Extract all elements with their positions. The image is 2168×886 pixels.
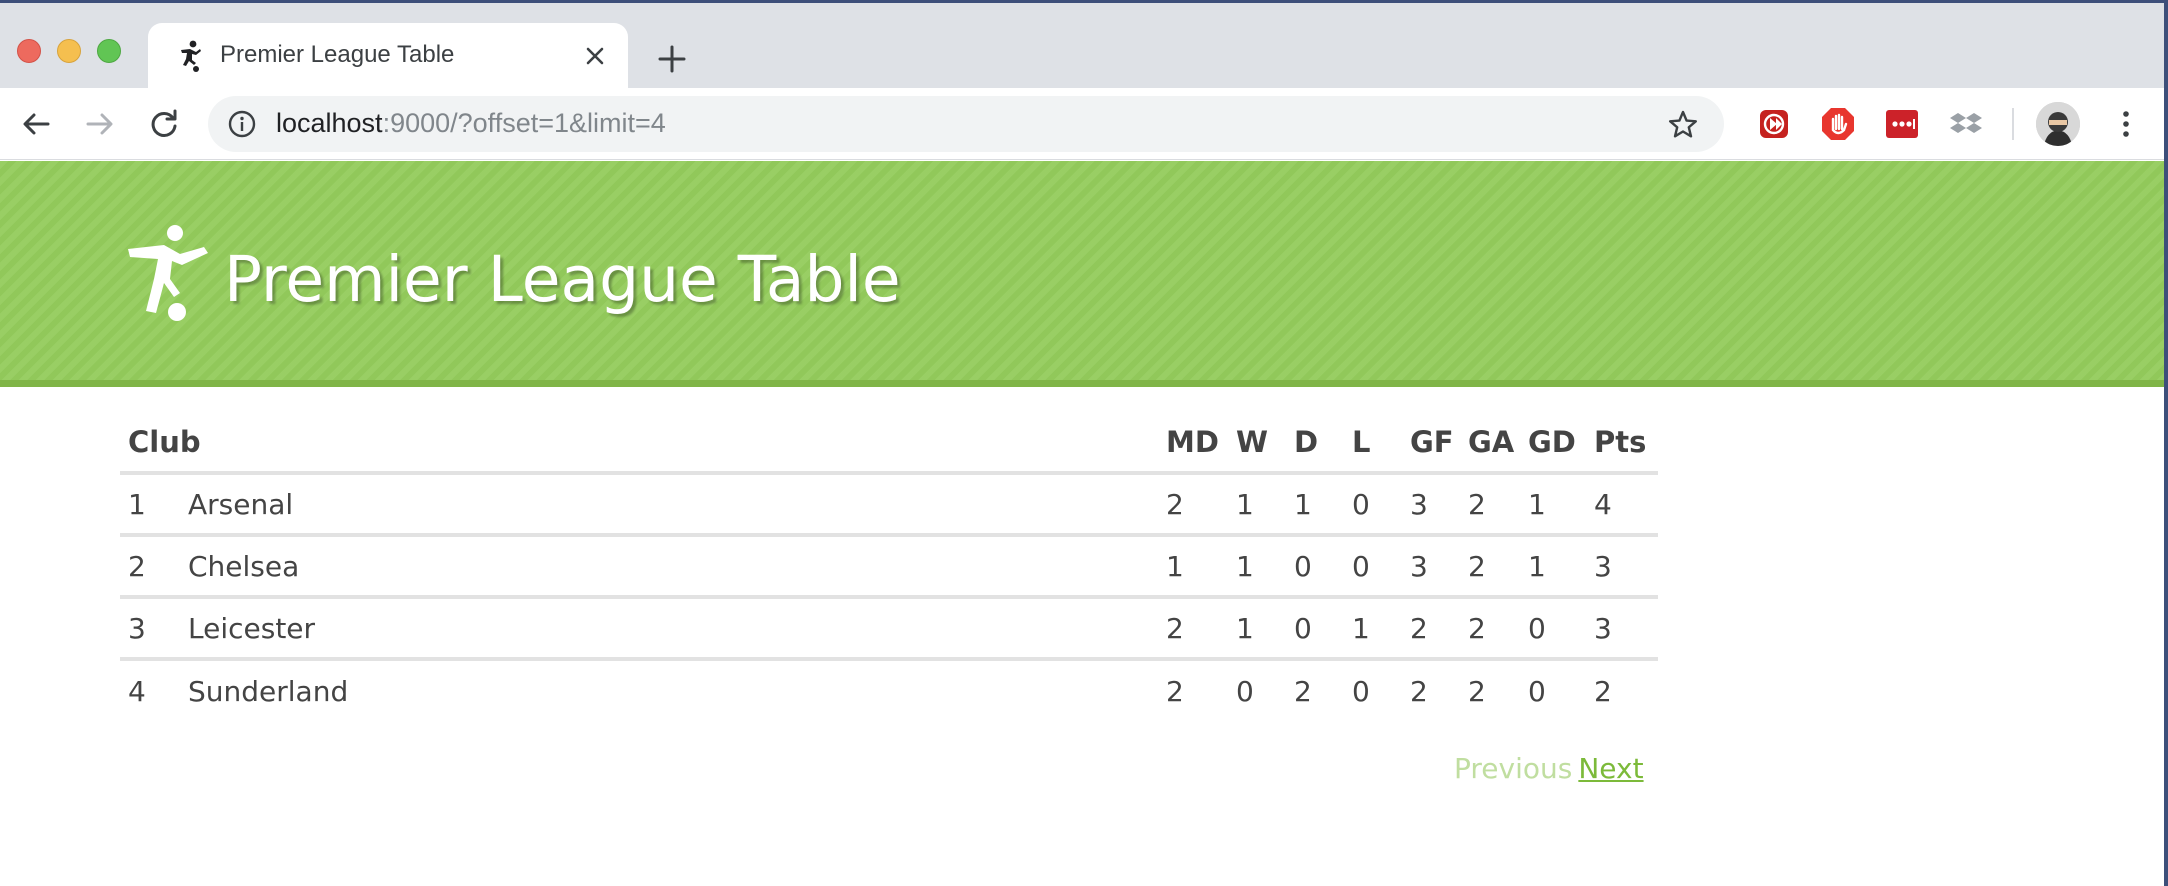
url-text: localhost:9000/?offset=1&limit=4 [276, 108, 666, 139]
gd-cell: 0 [1528, 597, 1594, 661]
gd-cell: 0 [1528, 674, 1546, 708]
l-cell: 0 [1352, 473, 1410, 537]
position-cell: 1 [120, 473, 188, 537]
gf-cell: 3 [1410, 473, 1468, 537]
extension-media-icon[interactable] [1752, 102, 1796, 146]
info-icon[interactable] [226, 108, 258, 140]
tab-title: Premier League Table [220, 41, 455, 68]
browser-tab-active[interactable]: Premier League Table [148, 23, 628, 91]
column-header-gf: GF [1410, 413, 1468, 475]
tab-strip: Premier League Table [0, 3, 2168, 91]
extension-lastpass-icon[interactable] [1880, 102, 1924, 146]
table-row: 2 Chelsea 1 1 0 0 3 2 1 3 [120, 535, 1658, 599]
toolbar-divider [2012, 108, 2014, 140]
column-header-ga: GA [1468, 413, 1528, 475]
soccer-player-icon [181, 40, 201, 72]
window-minimize-button[interactable] [57, 39, 81, 63]
w-cell: 1 [1236, 473, 1294, 537]
extension-adblock-icon[interactable] [1816, 102, 1860, 146]
position-cell: 2 [120, 535, 188, 599]
pts-cell: 4 [1594, 473, 1658, 537]
column-header-l: L [1352, 413, 1410, 475]
column-header-md: MD [1166, 413, 1236, 475]
page-title: Premier League Table [224, 243, 901, 316]
club-cell: Arsenal [188, 473, 1166, 537]
column-header-w: W [1236, 413, 1294, 475]
gf-cell: 2 [1410, 674, 1428, 708]
pts-cell: 2 [1594, 674, 1612, 708]
d-cell: 0 [1294, 535, 1352, 599]
l-cell: 1 [1352, 597, 1410, 661]
pagination: Previous Next [1454, 752, 1644, 785]
w-cell: 1 [1236, 535, 1294, 599]
w-cell: 1 [1236, 597, 1294, 661]
column-header-gd: GD [1528, 413, 1594, 475]
table-row: 1 Arsenal 2 1 1 0 3 2 1 4 [120, 473, 1658, 537]
page-header: Premier League Table [0, 161, 2164, 387]
d-cell: 2 [1294, 674, 1312, 708]
star-icon[interactable] [1666, 108, 1700, 142]
previous-link: Previous [1454, 752, 1573, 785]
club-cell: Chelsea [188, 535, 1166, 599]
gf-cell: 2 [1410, 597, 1468, 661]
browser-toolbar: localhost:9000/?offset=1&limit=4 [0, 88, 2168, 160]
table-row: 3 Leicester 2 1 0 1 2 2 0 3 [120, 597, 1658, 661]
l-cell: 0 [1352, 535, 1410, 599]
position-cell: 3 [120, 597, 188, 661]
column-header-d: D [1294, 413, 1352, 475]
club-cell: Sunderland [188, 674, 349, 708]
window-close-button[interactable] [17, 39, 41, 63]
arrow-right-icon[interactable] [78, 102, 122, 146]
position-cell: 4 [128, 674, 146, 708]
plus-icon[interactable] [652, 39, 692, 79]
reload-icon[interactable] [142, 102, 186, 146]
table-row: 4 Sunderland 2 0 2 0 2 2 0 2 [120, 659, 1658, 721]
gf-cell: 3 [1410, 535, 1468, 599]
url-host: localhost [276, 108, 383, 138]
arrow-left-icon[interactable] [14, 102, 58, 146]
w-cell: 0 [1236, 674, 1254, 708]
close-icon[interactable] [580, 41, 610, 71]
column-header-pts: Pts [1594, 413, 1658, 475]
url-path: :9000/?offset=1&limit=4 [382, 108, 666, 138]
ga-cell: 2 [1468, 535, 1528, 599]
ga-cell: 2 [1468, 674, 1486, 708]
address-bar[interactable]: localhost:9000/?offset=1&limit=4 [208, 96, 1724, 152]
profile-avatar[interactable] [2036, 102, 2080, 146]
d-cell: 0 [1294, 597, 1352, 661]
md-cell: 1 [1166, 535, 1236, 599]
avatar-icon [2036, 102, 2080, 146]
column-header-club: Club [120, 413, 1166, 475]
table-header-row: Club MD W D L GF GA GD Pts [120, 413, 1658, 475]
window-border [2164, 3, 2168, 886]
md-cell: 2 [1166, 674, 1184, 708]
club-cell: Leicester [188, 597, 1166, 661]
pts-cell: 3 [1594, 597, 1658, 661]
gd-cell: 1 [1528, 535, 1594, 599]
next-link[interactable]: Next [1578, 752, 1643, 785]
md-cell: 2 [1166, 597, 1236, 661]
pts-cell: 3 [1594, 535, 1658, 599]
standings-table: Club MD W D L GF GA GD Pts 1 Arsenal 2 1… [120, 413, 1658, 721]
extension-dropbox-icon[interactable] [1944, 102, 1988, 146]
l-cell: 0 [1352, 674, 1370, 708]
window-maximize-button[interactable] [97, 39, 121, 63]
md-cell: 2 [1166, 473, 1236, 537]
ga-cell: 2 [1468, 597, 1528, 661]
gd-cell: 1 [1528, 473, 1594, 537]
kebab-menu-icon[interactable] [2104, 102, 2148, 146]
d-cell: 1 [1294, 473, 1352, 537]
ga-cell: 2 [1468, 473, 1528, 537]
soccer-player-icon [128, 225, 208, 321]
